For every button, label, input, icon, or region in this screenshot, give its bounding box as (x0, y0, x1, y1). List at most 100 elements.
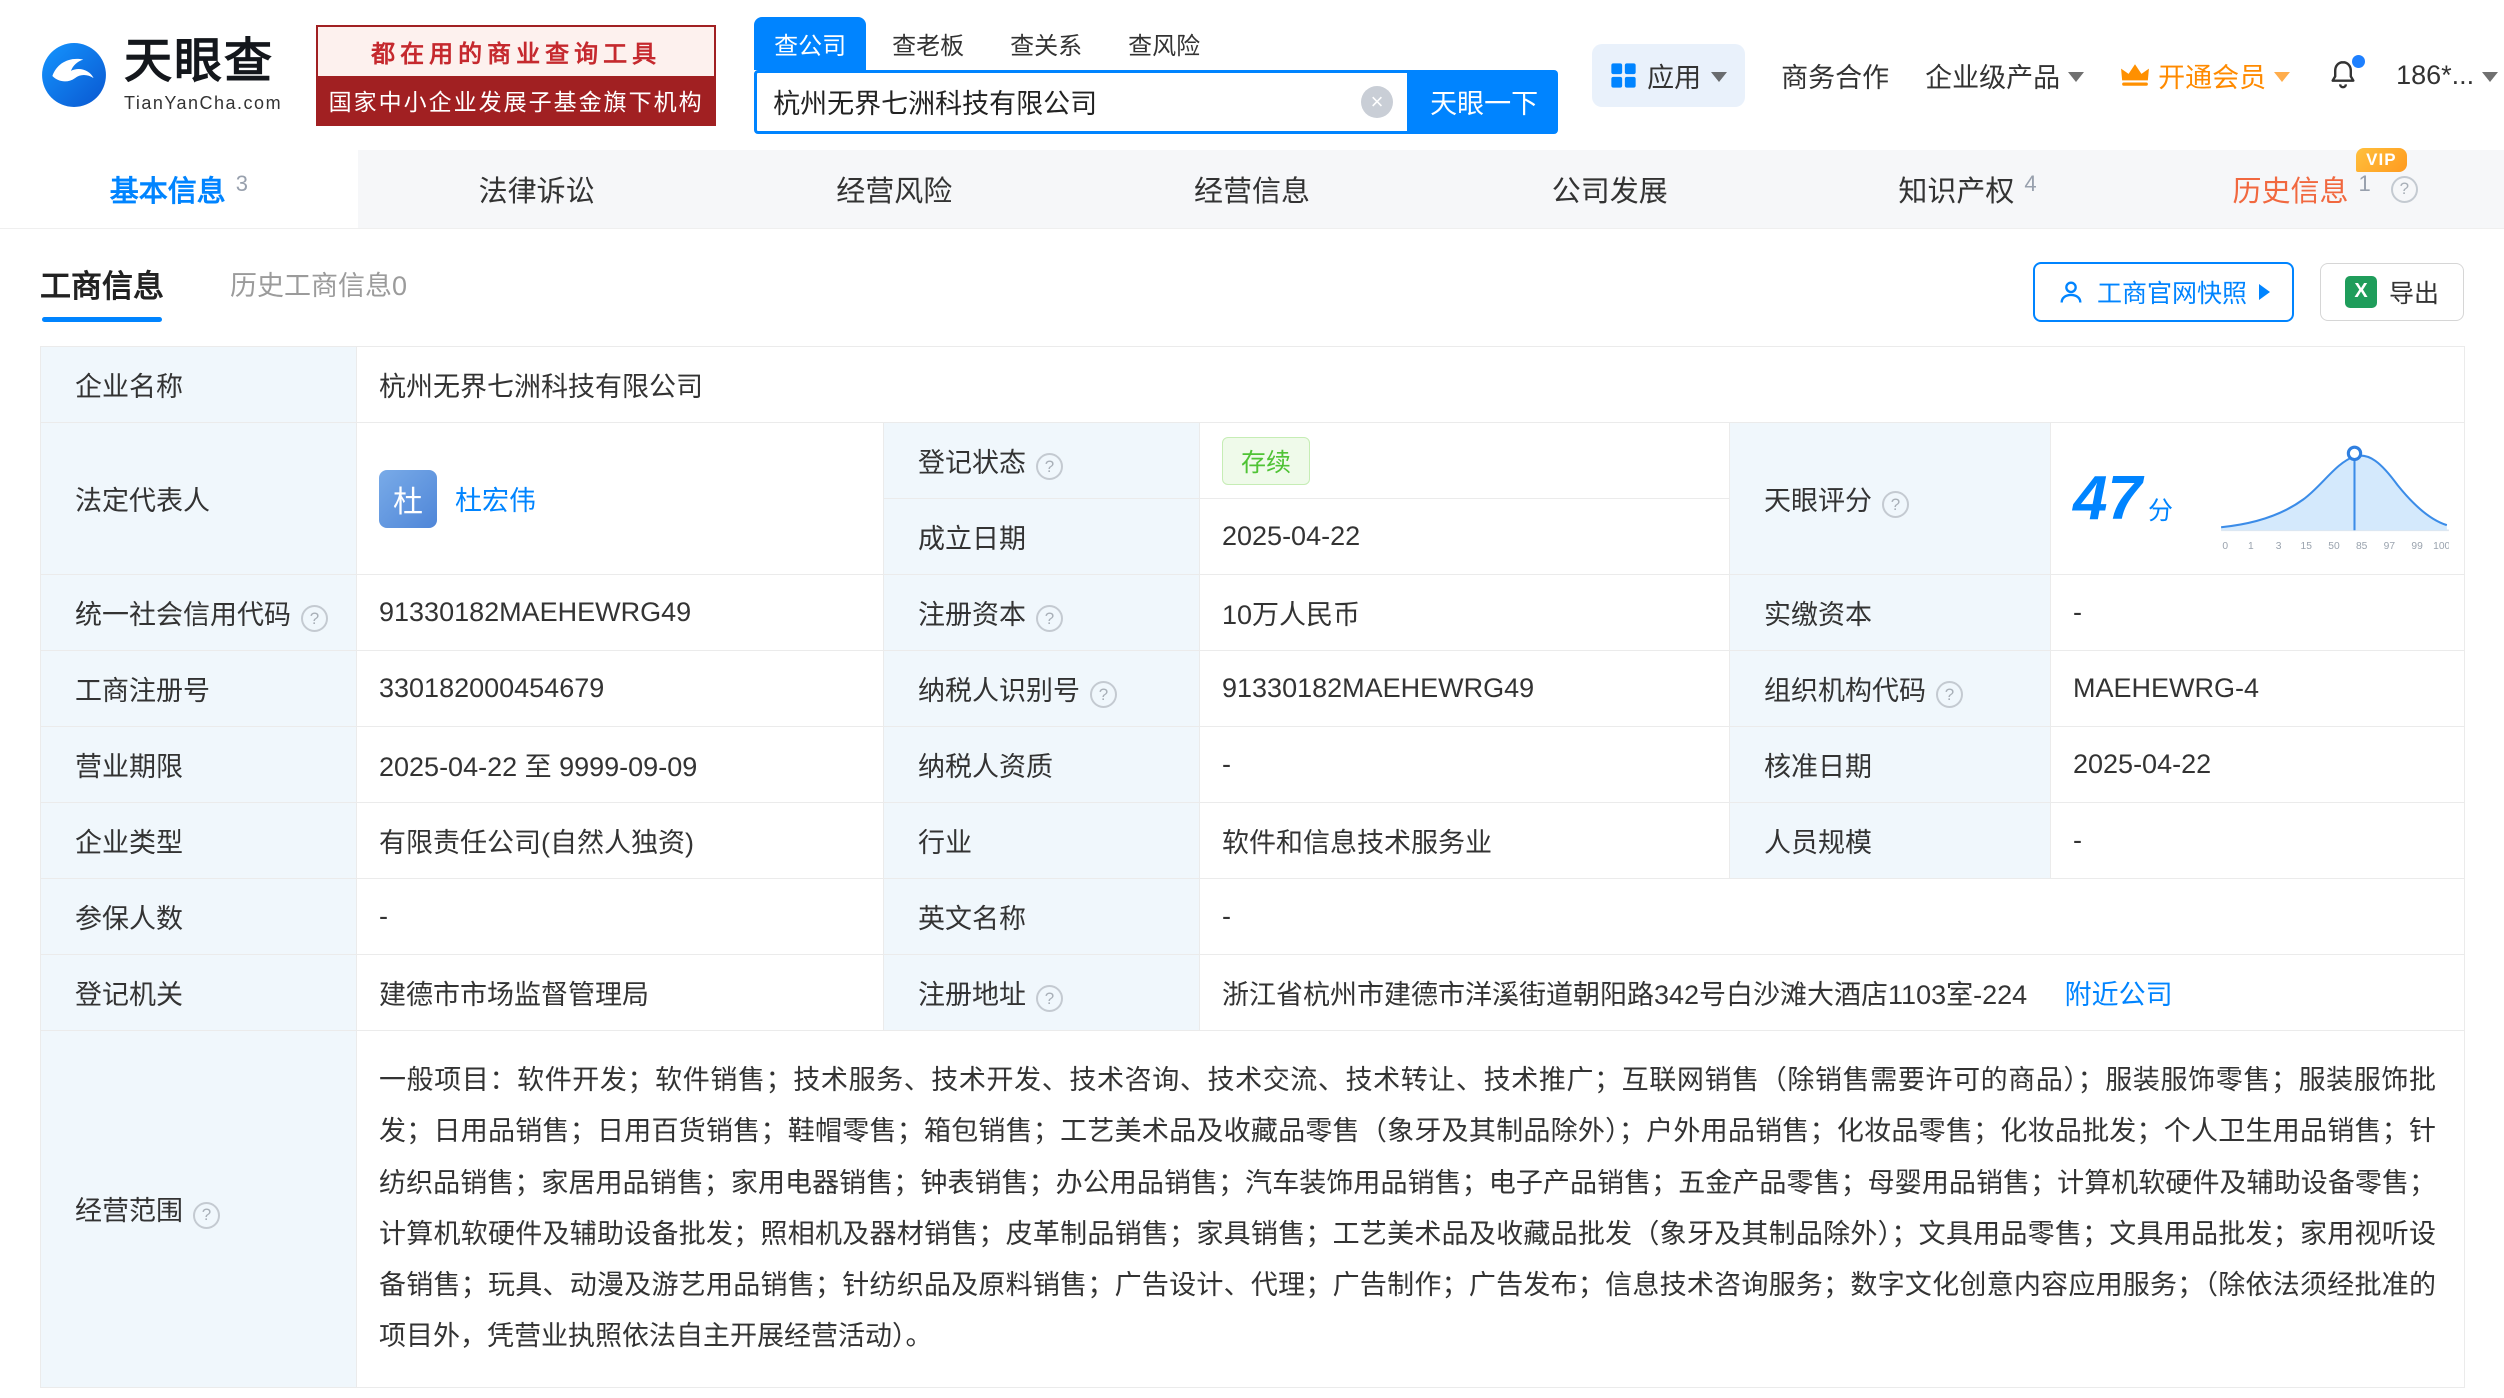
svg-text:1: 1 (2248, 540, 2254, 551)
tab-intellectual-property[interactable]: 知识产权 4 (1789, 150, 2147, 228)
account-menu[interactable]: 186*... (2396, 60, 2498, 91)
reg-authority-value: 建德市市场监督管理局 (357, 955, 884, 1031)
enterprise-products-link[interactable]: 企业级产品 (1925, 56, 2084, 95)
promo-banner: 都在用的商业查询工具 国家中小企业发展子基金旗下机构 (316, 25, 716, 126)
help-icon[interactable]: ? (2391, 176, 2418, 203)
help-icon[interactable]: ? (1936, 681, 1963, 708)
chevron-down-icon (2274, 72, 2290, 82)
reg-authority-label: 登记机关 (41, 955, 357, 1031)
tab-basic-info[interactable]: 基本信息 3 (0, 150, 358, 228)
grid-icon (1610, 62, 1637, 89)
brand-domain: TianYanCha.com (124, 94, 282, 112)
help-icon[interactable]: ? (301, 605, 328, 632)
business-info-table: 企业名称 杭州无界七洲科技有限公司 法定代表人 杜 杜宏伟 登记状态? 存续 天… (40, 346, 2465, 1388)
approval-date-value: 2025-04-22 (2051, 727, 2465, 803)
promo-banner-line1: 都在用的商业查询工具 (318, 27, 714, 76)
tianyancha-logo[interactable]: 天眼查 TianYanCha.com (40, 38, 282, 112)
org-code-value: MAEHEWRG-4 (2051, 651, 2465, 727)
notification-bell-icon[interactable] (2326, 58, 2360, 92)
arrow-right-icon (2259, 284, 2270, 300)
crown-icon (2120, 63, 2150, 87)
top-header: 天眼查 TianYanCha.com 都在用的商业查询工具 国家中小企业发展子基… (0, 0, 2504, 150)
tab-legal-proceedings[interactable]: 法律诉讼 (358, 150, 716, 228)
help-icon[interactable]: ? (1036, 453, 1063, 480)
company-type-value: 有限责任公司(自然人独资) (357, 803, 884, 879)
svg-text:99: 99 (2411, 540, 2423, 551)
search-button[interactable]: 天眼一下 (1410, 70, 1558, 134)
business-cooperation-link[interactable]: 商务合作 (1781, 56, 1889, 95)
table-row: 工商注册号 330182000454679 纳税人识别号? 91330182MA… (41, 651, 2465, 727)
search-tab-risk[interactable]: 查风险 (1108, 17, 1220, 70)
taxpayer-quality-label: 纳税人资质 (884, 727, 1200, 803)
tab-operating-risk[interactable]: 经营风险 (715, 150, 1073, 228)
official-snapshot-button[interactable]: 工商官网快照 (2033, 262, 2294, 322)
org-code-label: 组织机构代码? (1730, 651, 2051, 727)
staff-size-value: - (2051, 803, 2465, 879)
paid-capital-label: 实缴资本 (1730, 575, 2051, 651)
business-term-label: 营业期限 (41, 727, 357, 803)
reg-address-label: 注册地址? (884, 955, 1200, 1031)
help-icon[interactable]: ? (1036, 605, 1063, 632)
company-type-label: 企业类型 (41, 803, 357, 879)
establish-date-value: 2025-04-22 (1200, 499, 1730, 575)
table-row: 法定代表人 杜 杜宏伟 登记状态? 存续 天眼评分? 47 分 (41, 423, 2465, 499)
table-row: 营业期限 2025-04-22 至 9999-09-09 纳税人资质 - 核准日… (41, 727, 2465, 803)
svg-text:85: 85 (2356, 540, 2368, 551)
tab-operating-info[interactable]: 经营信息 (1073, 150, 1431, 228)
industry-label: 行业 (884, 803, 1200, 879)
clear-icon[interactable]: × (1361, 86, 1393, 118)
search-tab-boss[interactable]: 查老板 (872, 17, 984, 70)
score-distribution-chart: 0 1 3 15 50 85 97 99 100 (2221, 440, 2449, 558)
help-icon[interactable]: ? (193, 1202, 220, 1229)
table-row: 经营范围? 一般项目：软件开发；软件销售；技术服务、技术开发、技术咨询、技术交流… (41, 1031, 2465, 1388)
taxpayer-quality-value: - (1200, 727, 1730, 803)
credit-code-value: 91330182MAEHEWRG49 (357, 575, 884, 651)
paid-capital-value: - (2051, 575, 2465, 651)
status-badge: 存续 (1222, 437, 1310, 485)
vip-upgrade-link[interactable]: 开通会员 (2120, 56, 2290, 95)
table-row: 企业类型 有限责任公司(自然人独资) 行业 软件和信息技术服务业 人员规模 - (41, 803, 2465, 879)
reg-number-label: 工商注册号 (41, 651, 357, 727)
reg-status-value: 存续 (1200, 423, 1730, 499)
vip-badge: VIP (2356, 148, 2406, 172)
table-row: 参保人数 - 英文名称 - (41, 879, 2465, 955)
help-icon[interactable]: ? (1090, 681, 1117, 708)
tab-history-info[interactable]: 历史信息 VIP 1 ? (2146, 150, 2504, 228)
excel-icon: X (2345, 276, 2377, 308)
apps-button[interactable]: 应用 (1592, 44, 1745, 107)
company-name-label: 企业名称 (41, 347, 357, 423)
tab-company-development[interactable]: 公司发展 (1431, 150, 1789, 228)
score-unit: 分 (2148, 491, 2173, 527)
company-name-value: 杭州无界七洲科技有限公司 (357, 347, 2465, 423)
reg-capital-value: 10万人民币 (1200, 575, 1730, 651)
business-scope-value: 一般项目：软件开发；软件销售；技术服务、技术开发、技术咨询、技术交流、技术转让、… (357, 1031, 2465, 1388)
search-tab-relation[interactable]: 查关系 (990, 17, 1102, 70)
insured-count-value: - (357, 879, 884, 955)
chevron-down-icon (2068, 72, 2084, 82)
legal-rep-link[interactable]: 杜宏伟 (455, 479, 536, 518)
table-row: 企业名称 杭州无界七洲科技有限公司 (41, 347, 2465, 423)
person-badge-icon (2057, 278, 2085, 306)
export-button[interactable]: X 导出 (2320, 263, 2464, 321)
chevron-down-icon (1711, 72, 1727, 82)
tab-business-registration[interactable]: 工商信息 (40, 261, 164, 322)
table-row: 统一社会信用代码? 91330182MAEHEWRG49 注册资本? 10万人民… (41, 575, 2465, 651)
help-icon[interactable]: ? (1882, 491, 1909, 518)
english-name-value: - (1200, 879, 2465, 955)
legal-rep-avatar: 杜 (379, 470, 437, 528)
legal-rep-value: 杜 杜宏伟 (357, 423, 884, 575)
credit-code-label: 统一社会信用代码? (41, 575, 357, 651)
tab-history-business-registration[interactable]: 历史工商信息0 (230, 264, 407, 319)
svg-text:15: 15 (2301, 540, 2313, 551)
tab-count: 4 (2024, 171, 2036, 197)
search-input[interactable] (771, 85, 1361, 118)
business-scope-label: 经营范围? (41, 1031, 357, 1388)
company-section-nav: 基本信息 3 法律诉讼 经营风险 经营信息 公司发展 知识产权 4 历史信息 V… (0, 150, 2504, 229)
help-icon[interactable]: ? (1036, 985, 1063, 1012)
notification-dot (2352, 55, 2365, 68)
search-input-wrap: × (754, 70, 1410, 134)
search-tab-company[interactable]: 查公司 (754, 17, 866, 70)
nearby-companies-link[interactable]: 附近公司 (2065, 980, 2173, 1010)
search-area: 查公司 查老板 查关系 查风险 × 天眼一下 (754, 17, 1558, 134)
business-info-subnav: 工商信息 历史工商信息0 工商官网快照 X 导出 (0, 229, 2504, 346)
